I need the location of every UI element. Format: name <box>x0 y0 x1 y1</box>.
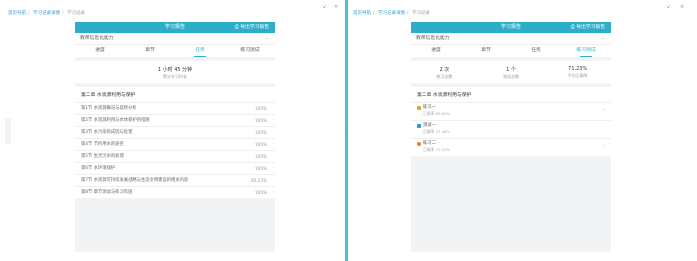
stat-label: 练习次数 <box>436 74 453 79</box>
report-panel: 学习报告 ⎙ 导出学习报告 教师信息化能力 ⌄ 进度 章节 任务 练习测试 2 … <box>411 22 611 252</box>
breadcrumb-item-detail[interactable]: 学习记录详情 <box>378 11 405 16</box>
section-progress: 100% <box>255 106 267 111</box>
section-label: 第2节 水资源利用与水体保护的措施 <box>81 118 150 123</box>
minimize-icon[interactable]: ↙ <box>667 4 671 10</box>
stat-value: 71.23% <box>568 66 588 72</box>
chevron-down-icon: ⌄ <box>600 35 605 41</box>
chevron-right-icon: › <box>603 107 605 113</box>
section-progress: 85.23% <box>251 178 267 183</box>
stat-accuracy: 71.23% 平均正确率 <box>544 61 611 80</box>
tab-tasks[interactable]: 任务 <box>511 45 561 57</box>
section-progress: 100% <box>255 130 267 135</box>
chapter-title: 第二章 水资源利用与保护 <box>81 93 136 98</box>
section-label: 第6节 水环境保护 <box>81 166 116 171</box>
list-item[interactable]: 第5节 生活污水的处理 100% <box>75 150 275 162</box>
tab-progress[interactable]: 进度 <box>75 45 125 57</box>
section-label: 第5节 生活污水的处理 <box>81 154 124 159</box>
item-accuracy: 正确率 57.46% <box>423 129 451 134</box>
breadcrumb-separator: / <box>406 11 409 16</box>
item-name: 练习一 <box>423 105 436 110</box>
section-label: 第4节 节约用水的途径 <box>81 142 124 147</box>
minimize-icon[interactable]: ↙ <box>323 4 327 10</box>
breadcrumb-separator: / <box>28 11 30 16</box>
list-item[interactable]: 第8节 章节测试与练习巩固 100% <box>75 186 275 198</box>
item-accuracy: 正确率 85.00% <box>423 111 451 116</box>
breadcrumb: 首页导航 / 学习记录详情 / 学习记录 <box>353 10 432 16</box>
list-item[interactable]: 第3节 水污染的成因与危害 100% <box>75 126 275 138</box>
item-accuracy: 正确率 71.23% <box>423 147 451 152</box>
tab-bar: 进度 章节 任务 练习测试 <box>411 44 611 57</box>
section-progress: 100% <box>255 190 267 195</box>
section-label: 第3节 水污染的成因与危害 <box>81 130 133 135</box>
tab-tasks[interactable]: 任务 <box>175 45 225 57</box>
right-pane: 首页导航 / 学习记录详情 / 学习记录 ↙ × 学习报告 ⎙ 导出学习报告 教师信… <box>349 0 697 261</box>
stat-value: 2 次 <box>439 67 450 73</box>
tab-progress[interactable]: 进度 <box>411 45 461 57</box>
list-item[interactable]: 第7节 水资源可持续发展战略与生态文明建设的相关内容 85.23% <box>75 174 275 186</box>
test-icon <box>417 124 421 128</box>
close-icon[interactable]: × <box>334 4 338 10</box>
panel-header: 学习报告 ⎙ 导出学习报告 <box>75 22 275 33</box>
breadcrumb: 首页导航 / 学习记录详情 / 学习记录 <box>8 10 87 16</box>
section-label: 第1节 水资源概况与现状分析 <box>81 106 137 111</box>
breadcrumb-item-current: 学习记录 <box>66 11 85 16</box>
panel-header: 学习报告 ⎙ 导出学习报告 <box>411 22 611 33</box>
chapter-title: 第二章 水资源利用与保护 <box>417 93 472 98</box>
tab-chapters[interactable]: 章节 <box>461 45 511 57</box>
section-progress: 100% <box>255 118 267 123</box>
chapter-section: 第二章 水资源利用与保护 练习一 正确率 85.00% › 测试一 正确率 57… <box>411 87 611 156</box>
export-report-button[interactable]: ⎙ 导出学习报告 <box>235 22 269 33</box>
report-panel: 学习报告 ⎙ 导出学习报告 教师信息化能力 ⌄ 进度 章节 任务 练习测试 1 … <box>75 22 275 252</box>
list-item[interactable]: 练习二 正确率 71.23% › <box>411 138 611 156</box>
stat-practice: 2 次 练习次数 <box>411 61 478 80</box>
chevron-right-icon: › <box>603 143 605 149</box>
chevron-down-icon: ⌄ <box>264 35 269 41</box>
item-name: 测试一 <box>423 123 436 128</box>
breadcrumb-item-home[interactable]: 首页导航 <box>353 11 371 16</box>
study-summary: 1 小时 45 分钟 累计学习时长 <box>75 61 275 83</box>
left-pane: 首页导航 / 学习记录详情 / 学习记录 ↙ × 学习报告 ⎙ 导出学习报告 教师信… <box>0 0 345 261</box>
practice-icon <box>417 106 421 110</box>
test-summary: 2 次 练习次数 1 个 测试次数 71.23% 平均正确率 <box>411 61 611 83</box>
chapter-section: 第二章 水资源利用与保护 第1节 水资源概况与现状分析 100% 第2节 水资源利… <box>75 87 275 198</box>
study-duration: 1 小时 45 分钟 <box>157 67 193 73</box>
breadcrumb-separator: / <box>61 11 64 16</box>
section-label: 第7节 水资源可持续发展战略与生态文明建设的相关内容 <box>81 178 189 183</box>
list-item[interactable]: 测试一 正确率 57.46% <box>411 120 611 138</box>
list-item[interactable]: 练习一 正确率 85.00% › <box>411 102 611 120</box>
breadcrumb-separator: / <box>373 11 375 16</box>
course-select[interactable]: 教师信息化能力 ⌄ <box>75 33 275 44</box>
breadcrumb-item-home[interactable]: 首页导航 <box>8 11 26 16</box>
close-icon[interactable]: × <box>680 4 684 10</box>
section-progress: 100% <box>255 166 267 171</box>
export-report-label: 导出学习报告 <box>240 25 269 30</box>
list-item[interactable]: 第2节 水资源利用与水体保护的措施 100% <box>75 114 275 126</box>
item-name: 练习二 <box>423 141 436 146</box>
list-item[interactable]: 第1节 水资源概况与现状分析 100% <box>75 102 275 114</box>
breadcrumb-item-detail[interactable]: 学习记录详情 <box>33 11 60 16</box>
course-select-value: 教师信息化能力 <box>416 36 450 41</box>
tab-chapters[interactable]: 章节 <box>125 45 175 57</box>
side-collapse-tab[interactable] <box>5 118 11 144</box>
export-report-button[interactable]: ⎙ 导出学习报告 <box>571 22 605 33</box>
stat-label: 平均正确率 <box>567 73 588 78</box>
course-select[interactable]: 教师信息化能力 ⌄ <box>411 33 611 44</box>
stat-tests: 1 个 测试次数 <box>478 61 545 80</box>
practice-icon <box>417 142 421 146</box>
tab-tests[interactable]: 练习测试 <box>561 45 611 57</box>
section-progress: 100% <box>255 142 267 147</box>
tab-tests[interactable]: 练习测试 <box>225 45 275 57</box>
stat-value: 1 个 <box>506 67 516 73</box>
list-item[interactable]: 第6节 水环境保护 100% <box>75 162 275 174</box>
export-report-label: 导出学习报告 <box>576 25 605 30</box>
section-progress: 100% <box>255 154 267 159</box>
study-duration-label: 累计学习时长 <box>163 74 187 79</box>
stat-label: 测试次数 <box>503 74 519 79</box>
tab-bar: 进度 章节 任务 练习测试 <box>75 44 275 57</box>
section-label: 第8节 章节测试与练习巩固 <box>81 190 133 195</box>
list-item[interactable]: 第4节 节约用水的途径 100% <box>75 138 275 150</box>
breadcrumb-item-current: 学习记录 <box>411 11 430 16</box>
course-select-value: 教师信息化能力 <box>80 36 114 41</box>
stats-row: 2 次 练习次数 1 个 测试次数 71.23% 平均正确率 <box>411 61 611 80</box>
